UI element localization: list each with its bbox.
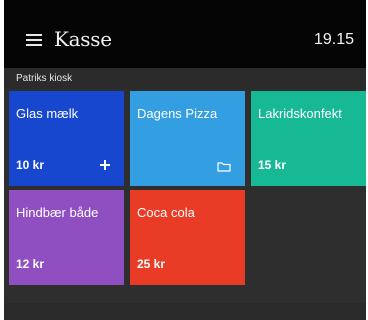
app-title: Kasse xyxy=(54,27,112,51)
product-grid: Glas mælk 10 kr Dagens Pizza Lakridskonf… xyxy=(9,91,366,301)
shop-name: Patriks kiosk xyxy=(16,73,73,84)
product-price: 25 kr xyxy=(137,257,166,271)
product-name: Hindbær både xyxy=(16,205,99,220)
product-price: 15 kr xyxy=(258,158,287,172)
product-tile-glas-maelk[interactable]: Glas mælk 10 kr xyxy=(9,91,124,186)
product-tile-dagens-pizza[interactable]: Dagens Pizza xyxy=(130,91,245,186)
folder-icon xyxy=(217,162,231,172)
product-tile-hindbaer-baade[interactable]: Hindbær både 12 kr xyxy=(9,190,124,285)
product-price: 10 kr xyxy=(16,158,45,172)
product-name: Dagens Pizza xyxy=(137,106,218,121)
top-bar: Kasse 19.15 xyxy=(4,0,366,68)
hamburger-menu-icon[interactable] xyxy=(26,34,42,46)
pos-screen: Kasse 19.15 Patriks kiosk Glas mælk 10 k… xyxy=(4,0,366,320)
product-tile-coca-cola[interactable]: Coca cola 25 kr xyxy=(130,190,245,285)
bottom-strip xyxy=(4,303,366,320)
product-name: Lakridskonfekt xyxy=(258,106,342,121)
product-name: Coca cola xyxy=(137,205,195,220)
product-price: 12 kr xyxy=(16,257,45,271)
plus-icon[interactable] xyxy=(100,160,110,170)
clock: 19.15 xyxy=(313,31,354,48)
product-name: Glas mælk xyxy=(16,106,79,121)
shop-bar: Patriks kiosk xyxy=(4,68,366,89)
product-tile-lakridskonfekt[interactable]: Lakridskonfekt 15 kr xyxy=(251,91,366,186)
